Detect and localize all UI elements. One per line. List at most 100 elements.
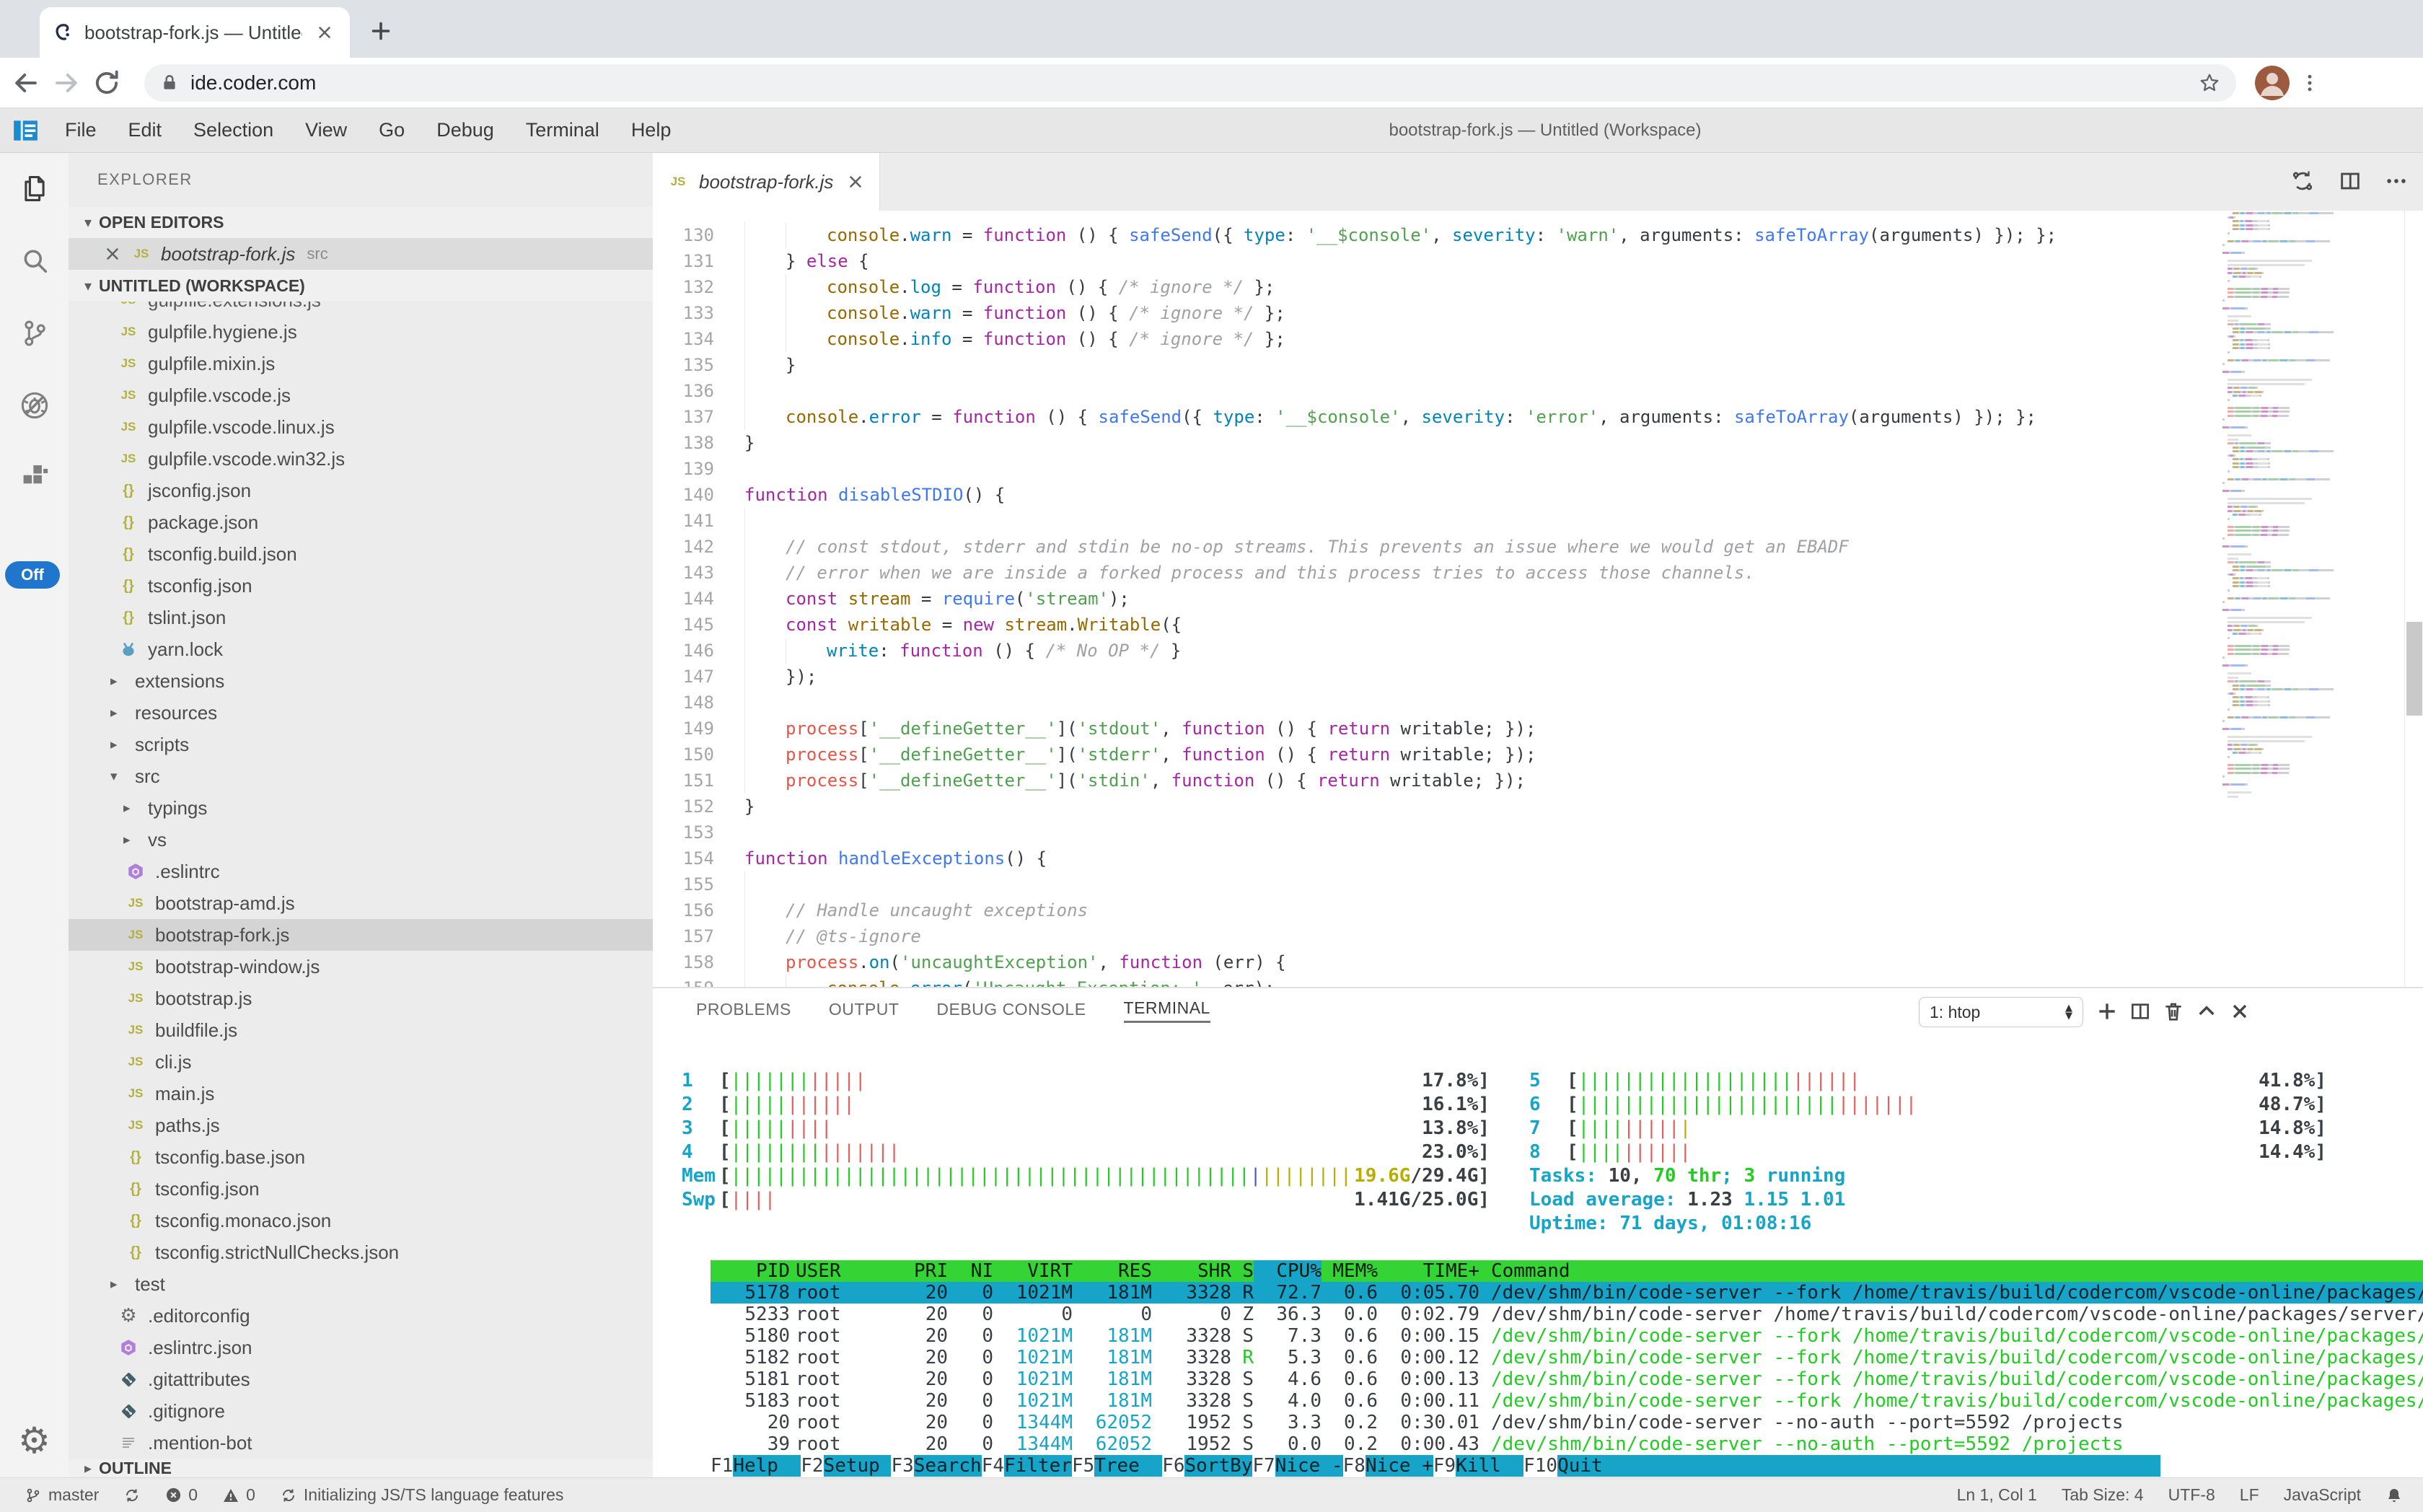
tree-item[interactable]: JSpaths.js <box>69 1109 653 1141</box>
menu-item-edit[interactable]: Edit <box>113 119 178 141</box>
avatar[interactable] <box>2255 66 2290 100</box>
tree-folder[interactable]: ▸test <box>69 1268 653 1300</box>
code-editor[interactable]: 130console.warn = function () { safeSend… <box>653 211 2423 987</box>
tree-item[interactable]: {}tslint.json <box>69 602 653 633</box>
menu-item-view[interactable]: View <box>289 119 363 141</box>
htop-process-row[interactable]: 5182root2001021M181M3328R5.30.60:00.12/d… <box>711 1347 2423 1368</box>
menu-item-terminal[interactable]: Terminal <box>510 119 615 141</box>
tree-folder[interactable]: ▸scripts <box>69 729 653 760</box>
tree-item[interactable]: JSgulpfile.extensions.js <box>69 302 653 316</box>
browser-tab[interactable]: bootstrap-fork.js — Untitled (W <box>40 7 350 58</box>
url-bar[interactable]: ide.coder.com <box>144 64 2236 102</box>
tree-folder[interactable]: ▸resources <box>69 697 653 729</box>
statusbar-item-tab-size-4[interactable]: Tab Size: 4 <box>2062 1485 2144 1505</box>
tree-folder[interactable]: ▸typings <box>69 792 653 824</box>
tree-item[interactable]: JSgulpfile.vscode.win32.js <box>69 443 653 475</box>
statusbar-item-initializing-js-ts-language-features[interactable]: Initializing JS/TS language features <box>280 1485 564 1505</box>
open-editors-header[interactable]: ▾ OPEN EDITORS <box>69 206 653 238</box>
statusbar-item-0[interactable]: 0 <box>222 1485 255 1505</box>
kebab-menu-icon[interactable] <box>2290 72 2330 94</box>
menu-item-go[interactable]: Go <box>363 119 421 141</box>
htop-process-row[interactable]: 20root2001344M620521952S3.30.20:30.01/de… <box>711 1412 2423 1433</box>
htop-process-row[interactable]: 39root2001344M620521952S0.00.20:00.43/de… <box>711 1433 2423 1455</box>
debug-disabled-icon[interactable] <box>0 369 69 441</box>
statusbar-item[interactable] <box>2385 1487 2403 1504</box>
tree-item[interactable]: {}package.json <box>69 506 653 538</box>
htop-process-row[interactable]: 5181root2001021M181M3328S4.60.60:00.13/d… <box>711 1368 2423 1390</box>
outline-header[interactable]: ▸ OUTLINE <box>69 1459 653 1477</box>
tree-folder[interactable]: ▾src <box>69 760 653 792</box>
open-editor-item[interactable]: JS bootstrap-fork.js src <box>69 238 653 270</box>
terminal-select[interactable]: 1: htop ▲▼ <box>1919 997 2083 1027</box>
tree-item[interactable]: JSbootstrap-fork.js <box>69 919 653 951</box>
tree-item[interactable]: JSbootstrap-amd.js <box>69 887 653 919</box>
files-icon[interactable] <box>0 153 69 225</box>
tree-item[interactable]: {}tsconfig.json <box>69 1173 653 1205</box>
add-terminal-icon[interactable] <box>2096 1000 2119 1023</box>
statusbar-item-master[interactable]: master <box>25 1485 99 1505</box>
settings-gear-icon[interactable]: ⚙ <box>0 1423 69 1459</box>
tree-item[interactable]: .eslintrc <box>69 856 653 887</box>
tree-item[interactable]: {}tsconfig.build.json <box>69 538 653 570</box>
editor-scrollbar[interactable] <box>2404 211 2423 987</box>
tab-close-icon[interactable] <box>846 172 865 191</box>
close-icon[interactable] <box>103 245 122 263</box>
htop-process-row[interactable]: 5233root200000Z36.30.00:02.79/dev/shm/bi… <box>711 1304 2423 1325</box>
tree-item[interactable]: JSbuildfile.js <box>69 1014 653 1046</box>
minimap[interactable] <box>2222 212 2403 811</box>
forward-icon[interactable] <box>46 67 87 99</box>
statusbar-item-lf[interactable]: LF <box>2240 1485 2259 1505</box>
htop-process-row[interactable]: 5180root2001021M181M3328S7.30.60:00.15/d… <box>711 1325 2423 1347</box>
statusbar-item[interactable] <box>123 1487 141 1504</box>
editor-tab[interactable]: JS bootstrap-fork.js <box>653 153 880 211</box>
tree-item[interactable]: JSmain.js <box>69 1078 653 1109</box>
tree-item[interactable]: yarn.lock <box>69 633 653 665</box>
tree-item[interactable]: ⚙.editorconfig <box>69 1300 653 1332</box>
tree-item[interactable]: JSbootstrap.js <box>69 983 653 1014</box>
panel-tab-terminal[interactable]: TERMINAL <box>1124 998 1210 1023</box>
tree-item[interactable]: JSgulpfile.vscode.linux.js <box>69 411 653 443</box>
new-tab-button[interactable] <box>364 14 397 48</box>
statusbar-item-ln-1-col-1[interactable]: Ln 1, Col 1 <box>1957 1485 2037 1505</box>
htop-process-row[interactable]: 5183root2001021M181M3328S4.00.60:00.11/d… <box>711 1390 2423 1412</box>
terminal-output[interactable]: 1[||||||||||||17.8%]5[||||||||||||||||||… <box>682 1069 2423 1477</box>
more-actions-icon[interactable] <box>2384 169 2409 193</box>
tree-folder[interactable]: ▸extensions <box>69 665 653 697</box>
tree-item[interactable]: .mention-bot <box>69 1427 653 1459</box>
tree-item[interactable]: .eslintrc.json <box>69 1332 653 1363</box>
statusbar-item-0[interactable]: 0 <box>165 1485 198 1505</box>
scrollbar-thumb[interactable] <box>2406 622 2422 716</box>
split-editor-icon[interactable] <box>2338 169 2362 193</box>
menu-item-debug[interactable]: Debug <box>421 119 510 141</box>
tab-close-icon[interactable] <box>312 20 337 45</box>
tree-item[interactable]: {}jsconfig.json <box>69 475 653 506</box>
workspace-header[interactable]: ▾ UNTITLED (WORKSPACE) <box>69 270 653 302</box>
back-icon[interactable] <box>6 67 46 99</box>
kill-terminal-icon[interactable] <box>2162 1000 2185 1023</box>
search-icon[interactable] <box>0 225 69 297</box>
source-control-icon[interactable] <box>0 297 69 369</box>
reload-icon[interactable] <box>87 68 127 98</box>
split-terminal-icon[interactable] <box>2129 1000 2152 1023</box>
menu-item-selection[interactable]: Selection <box>177 119 289 141</box>
tree-item[interactable]: {}tsconfig.strictNullChecks.json <box>69 1236 653 1268</box>
statusbar-item-utf-8[interactable]: UTF-8 <box>2168 1485 2215 1505</box>
tree-item[interactable]: JSgulpfile.hygiene.js <box>69 316 653 348</box>
sync-compare-icon[interactable] <box>2290 169 2315 193</box>
tree-item[interactable]: {}tsconfig.monaco.json <box>69 1205 653 1236</box>
tree-item[interactable]: .gitattributes <box>69 1363 653 1395</box>
menu-item-file[interactable]: File <box>49 119 113 141</box>
htop-fkey-bar[interactable]: F1Help F2Setup F3SearchF4FilterF5Tree F6… <box>711 1455 2160 1477</box>
panel-tab-problems[interactable]: PROBLEMS <box>696 1000 791 1022</box>
tree-item[interactable]: JSgulpfile.mixin.js <box>69 348 653 379</box>
maximize-panel-icon[interactable] <box>2195 1000 2218 1023</box>
tree-item[interactable]: {}tsconfig.base.json <box>69 1141 653 1173</box>
tree-item[interactable]: .gitignore <box>69 1395 653 1427</box>
extensions-icon[interactable] <box>0 441 69 514</box>
panel-tab-output[interactable]: OUTPUT <box>829 1000 900 1022</box>
tree-item[interactable]: JScli.js <box>69 1046 653 1078</box>
htop-process-row[interactable]: 5178root2001021M181M3328R72.70.60:05.70/… <box>711 1282 2423 1304</box>
tree-item[interactable]: JSgulpfile.vscode.js <box>69 379 653 411</box>
bookmark-star-icon[interactable] <box>2199 72 2220 94</box>
tree-item[interactable]: JSbootstrap-window.js <box>69 951 653 983</box>
